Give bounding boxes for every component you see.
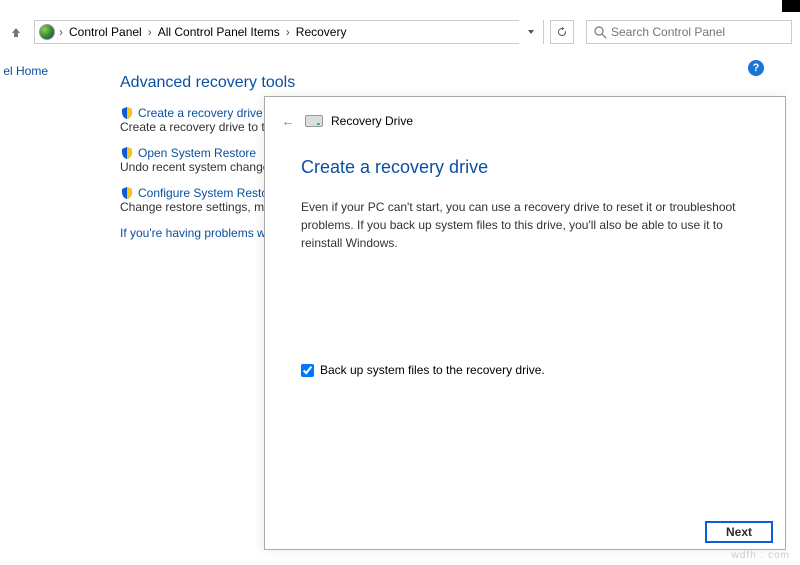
search-input[interactable] bbox=[593, 25, 785, 39]
breadcrumb-dropdown[interactable] bbox=[519, 20, 543, 44]
wizard-header: ← Recovery Drive bbox=[265, 97, 785, 137]
nav-up-button[interactable] bbox=[8, 24, 24, 40]
shield-icon bbox=[120, 186, 134, 200]
window-title-fragment bbox=[782, 0, 800, 12]
wizard-body-text: Even if your PC can't start, you can use… bbox=[265, 188, 785, 262]
search-icon bbox=[593, 25, 607, 44]
breadcrumb-item[interactable]: All Control Panel Items bbox=[154, 25, 284, 39]
watermark: wdfh . com bbox=[732, 550, 790, 561]
backup-checkbox-label: Back up system files to the recovery dri… bbox=[320, 363, 545, 377]
control-panel-icon bbox=[39, 24, 55, 40]
sidebar-home-link[interactable]: el Home bbox=[0, 60, 48, 82]
help-icon[interactable]: ? bbox=[748, 60, 764, 76]
address-bar: › Control Panel › All Control Panel Item… bbox=[0, 18, 800, 46]
shield-icon bbox=[120, 146, 134, 160]
wizard-title: Create a recovery drive bbox=[265, 137, 785, 188]
create-recovery-link[interactable]: Create a recovery drive bbox=[138, 106, 263, 120]
sidebar: el Home bbox=[0, 60, 50, 82]
breadcrumb-box[interactable]: › Control Panel › All Control Panel Item… bbox=[34, 20, 544, 44]
configure-restore-link[interactable]: Configure System Restore bbox=[138, 186, 279, 200]
shield-icon bbox=[120, 106, 134, 120]
chevron-right-icon[interactable]: › bbox=[57, 25, 65, 39]
chevron-right-icon[interactable]: › bbox=[146, 25, 154, 39]
search-box[interactable] bbox=[586, 20, 792, 44]
breadcrumb-item[interactable]: Recovery bbox=[292, 25, 351, 39]
next-button[interactable]: Next bbox=[705, 521, 773, 543]
chevron-right-icon[interactable]: › bbox=[284, 25, 292, 39]
wizard-footer: Next bbox=[705, 521, 773, 543]
back-arrow-icon[interactable]: ← bbox=[279, 113, 297, 129]
wizard-header-label: Recovery Drive bbox=[331, 114, 413, 128]
drive-icon bbox=[305, 115, 323, 127]
system-restore-link[interactable]: Open System Restore bbox=[138, 146, 256, 160]
refresh-button[interactable] bbox=[550, 20, 574, 44]
backup-checkbox-row[interactable]: Back up system files to the recovery dri… bbox=[301, 363, 545, 377]
recovery-drive-wizard: ← Recovery Drive Create a recovery drive… bbox=[264, 96, 786, 550]
section-title: Advanced recovery tools bbox=[120, 74, 380, 92]
backup-checkbox[interactable] bbox=[301, 364, 314, 377]
breadcrumb-item[interactable]: Control Panel bbox=[65, 25, 146, 39]
